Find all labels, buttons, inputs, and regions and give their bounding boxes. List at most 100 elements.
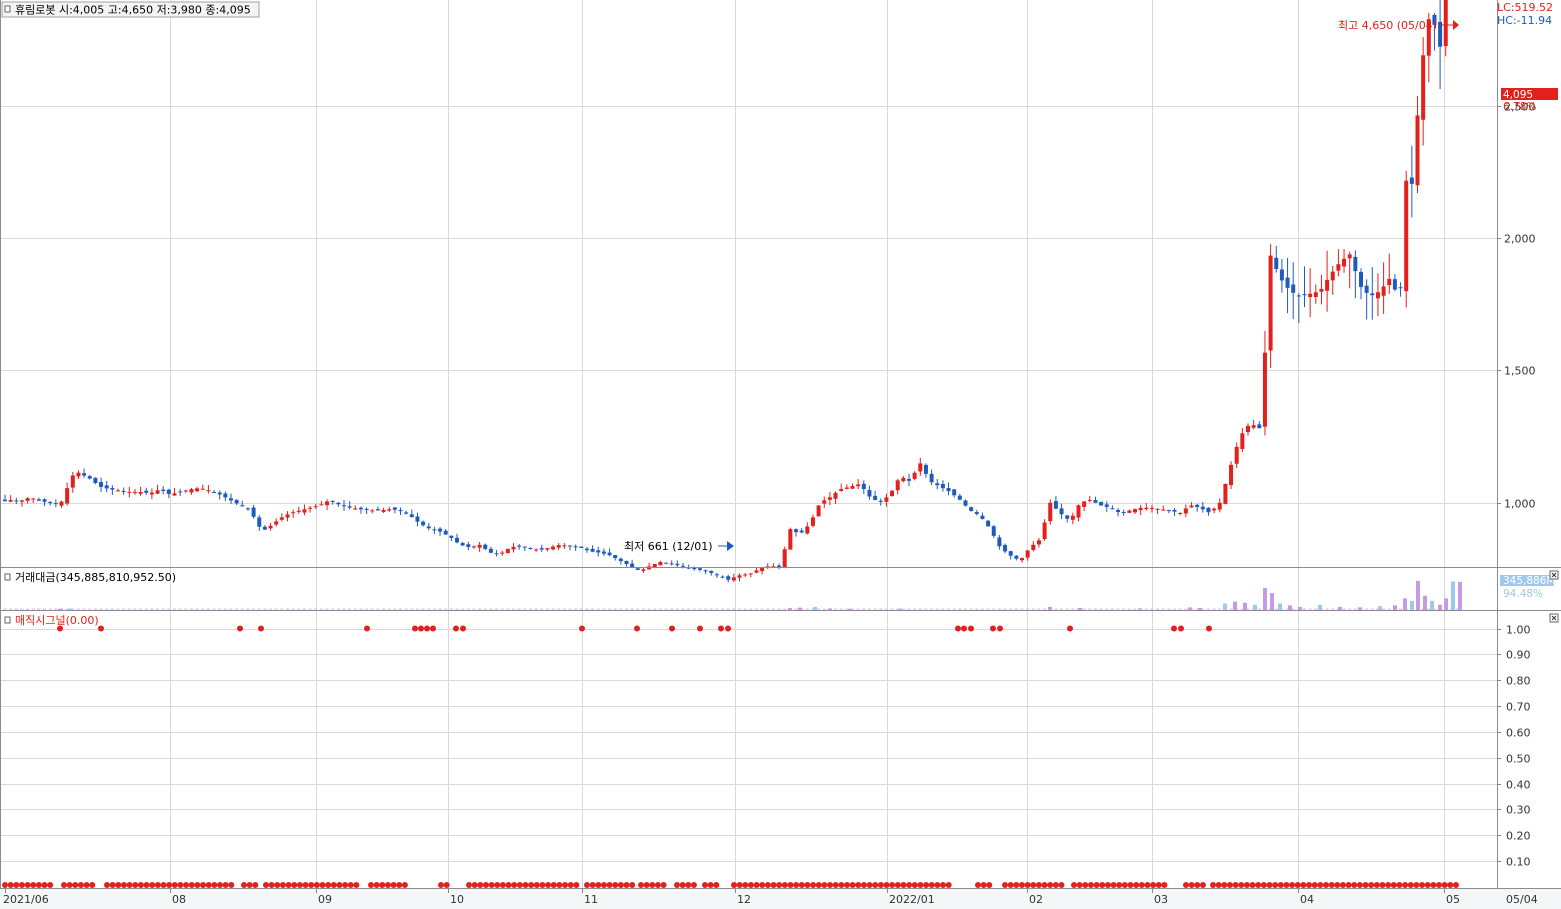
signal-point-zero xyxy=(1249,882,1256,888)
signal-tick-label: 0.10 xyxy=(1506,856,1531,869)
volume-bar xyxy=(1127,608,1131,610)
volume-bar xyxy=(1043,608,1047,610)
signal-point-zero xyxy=(47,882,54,888)
volume-bar xyxy=(1122,608,1126,610)
signal-point-zero xyxy=(279,882,286,888)
signal-point-zero xyxy=(1183,882,1189,888)
volume-bar xyxy=(466,608,470,610)
signal-point-one xyxy=(1206,625,1212,632)
signal-point-zero xyxy=(296,882,303,888)
signal-point-zero xyxy=(1436,882,1442,888)
volume-bar xyxy=(856,608,860,610)
volume-bar xyxy=(947,608,951,610)
signal-point-zero xyxy=(556,882,563,888)
volume-bar xyxy=(992,608,996,610)
signal-point-zero xyxy=(268,882,275,888)
low-annotation: 최저 661 (12/01) xyxy=(624,540,713,553)
signal-point-zero xyxy=(274,882,281,888)
signal-point-zero xyxy=(894,882,901,888)
volume-panel-menu-icon[interactable] xyxy=(4,573,11,581)
signal-point-zero xyxy=(308,882,315,888)
volume-bar xyxy=(105,608,109,610)
volume-bar xyxy=(958,608,962,610)
candle xyxy=(1404,170,1409,308)
x-tick-label: 09 xyxy=(318,893,332,906)
volume-bar xyxy=(1393,605,1397,610)
volume-bar xyxy=(1458,581,1462,610)
volume-bar xyxy=(813,606,817,610)
x-tick-label: 11 xyxy=(584,893,598,906)
signal-point-zero xyxy=(438,882,444,888)
volume-bar xyxy=(952,608,956,610)
volume-bar xyxy=(286,608,289,610)
signal-title: 매직시그널(0.00) xyxy=(15,614,99,627)
volume-bar xyxy=(195,608,199,610)
volume-close-button[interactable] xyxy=(1549,570,1559,580)
signal-point-zero xyxy=(1007,882,1014,888)
volume-bar xyxy=(512,608,515,610)
signal-point-zero xyxy=(623,882,630,888)
volume-bar xyxy=(263,608,267,610)
signal-point-zero xyxy=(1226,882,1233,888)
volume-bar xyxy=(1054,608,1058,610)
signal-point-zero xyxy=(1452,882,1459,888)
volume-bar xyxy=(99,608,103,610)
signal-point-zero xyxy=(194,882,201,888)
signal-point-zero xyxy=(923,882,930,888)
volume-bar xyxy=(1110,608,1114,610)
signal-point-zero xyxy=(742,882,749,888)
volume-bar xyxy=(348,608,352,610)
volume-bar xyxy=(822,608,826,610)
signal-panel-menu-icon[interactable] xyxy=(4,616,11,624)
signal-tick-label: 0.70 xyxy=(1506,701,1531,714)
signal-point-zero xyxy=(396,882,403,888)
volume-bar xyxy=(240,608,244,610)
volume-bar xyxy=(930,608,934,610)
volume-bar xyxy=(698,608,702,610)
volume-bar xyxy=(551,608,555,610)
signal-point-zero xyxy=(855,882,862,888)
volume-bar xyxy=(574,608,578,610)
signal-point-zero xyxy=(629,882,636,888)
signal-point-zero xyxy=(1013,882,1020,888)
candle xyxy=(986,520,991,527)
volume-bar xyxy=(754,608,758,610)
volume-bar xyxy=(898,608,902,610)
volume-bar xyxy=(139,608,143,610)
volume-bar xyxy=(568,608,572,610)
signal-point-zero xyxy=(707,882,714,888)
volume-bar xyxy=(455,608,459,610)
signal-point-zero xyxy=(759,882,766,888)
signal-point-zero xyxy=(24,882,31,888)
volume-bar xyxy=(167,608,171,610)
volume-bar xyxy=(1331,608,1335,610)
volume-bar xyxy=(116,608,120,610)
signal-point-zero xyxy=(539,882,546,888)
volume-bar xyxy=(1065,608,1069,610)
signal-point-zero xyxy=(66,882,73,888)
signal-point-zero xyxy=(533,882,540,888)
candle xyxy=(816,505,821,517)
signal-point-zero xyxy=(160,882,167,888)
signal-point-one xyxy=(697,625,703,632)
signal-point-zero xyxy=(1110,882,1117,888)
signal-point-zero xyxy=(1334,882,1341,888)
signal-point-one xyxy=(1067,625,1073,632)
volume-bar xyxy=(252,608,256,610)
signal-point-one xyxy=(460,625,466,632)
volume-bar xyxy=(421,608,425,610)
x-tick-label: 12 xyxy=(737,893,751,906)
volume-bar xyxy=(1206,608,1210,610)
signal-close-button[interactable] xyxy=(1549,613,1559,623)
volume-bar xyxy=(1020,608,1024,610)
volume-bar xyxy=(845,608,849,610)
volume-bar xyxy=(1399,608,1403,610)
signal-point-zero xyxy=(18,882,25,888)
signal-point-zero xyxy=(2,882,8,888)
volume-bar xyxy=(817,608,821,610)
signal-point-zero xyxy=(77,882,84,888)
signal-point-zero xyxy=(390,882,397,888)
signal-point-zero xyxy=(804,882,811,888)
main-panel-menu-icon[interactable] xyxy=(4,5,11,13)
signal-point-zero xyxy=(606,882,613,888)
